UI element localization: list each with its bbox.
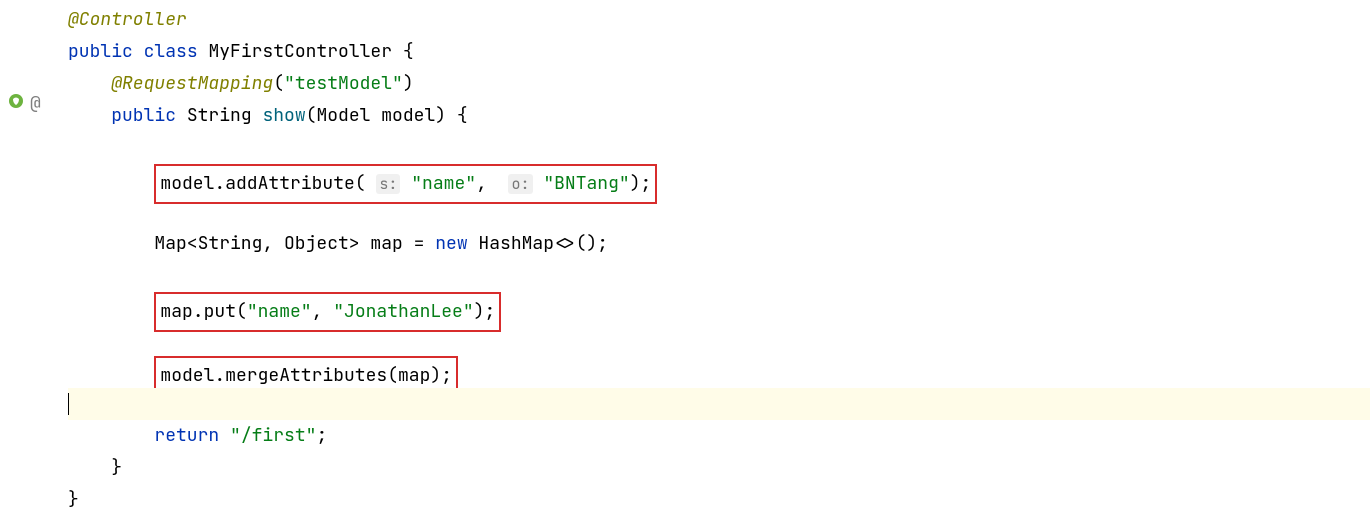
code-line: } [68,452,1370,484]
closing-brace: } [111,456,122,479]
spring-bean-icon[interactable] [8,92,24,115]
editor-gutter: @ [0,0,60,508]
code-line [68,324,1370,356]
code-line [68,132,1370,164]
keyword: public [68,40,133,63]
code-line: map.put("name", "JonathanLee"); [68,292,1370,324]
method-name: show [262,104,305,127]
code-line: @Controller [68,4,1370,36]
string-literal: "name" [247,300,312,323]
end: ); [630,172,652,195]
end: ; [316,424,327,447]
code-line-current [68,388,1370,420]
param-hint: s: [376,174,400,194]
keyword: new [435,232,467,255]
keyword: public [111,104,176,127]
code-line: model.mergeAttributes(map); [68,356,1370,388]
code-line: public class MyFirstController { [68,36,1370,68]
annotation-gutter-icon[interactable]: @ [30,92,41,115]
annotation: @Controller [68,8,187,31]
code-line: Map<String, Object> map = new HashMap<>(… [68,228,1370,260]
method-params: (Model model) { [306,104,468,127]
code-line [68,260,1370,292]
code-line: } [68,484,1370,516]
string-literal: "/first" [230,424,316,447]
code-line: model.addAttribute( s: "name", o: "BNTan… [68,164,1370,196]
return-type: String [187,104,252,127]
keyword: class [144,40,198,63]
string-literal: "JonathanLee" [333,300,473,323]
string-literal: "testModel" [284,72,403,95]
method-call: map.put( [160,300,246,323]
method-call: model.mergeAttributes(map); [160,364,452,387]
comma: , [312,300,334,323]
method-call: model.addAttribute( [160,172,365,195]
paren: ) [403,72,414,95]
code-editor[interactable]: @Controller public class MyFirstControll… [60,0,1370,508]
param-hint: o: [508,174,532,194]
code-line: return "/first"; [68,420,1370,452]
annotation: @RequestMapping [111,72,273,95]
keyword: return [154,424,219,447]
constructor-call: HashMap<>(); [468,232,608,255]
comma: , [476,172,498,195]
var-decl: Map<String, Object> map = [154,232,435,255]
code-line [68,196,1370,228]
string-literal: "name" [411,172,476,195]
class-name: MyFirstController { [208,40,413,63]
end: ); [474,300,496,323]
paren: ( [273,72,284,95]
text-cursor [68,393,69,415]
code-line: public String show(Model model) { [68,100,1370,132]
code-line: @RequestMapping("testModel") [68,68,1370,100]
string-literal: "BNTang" [543,172,629,195]
